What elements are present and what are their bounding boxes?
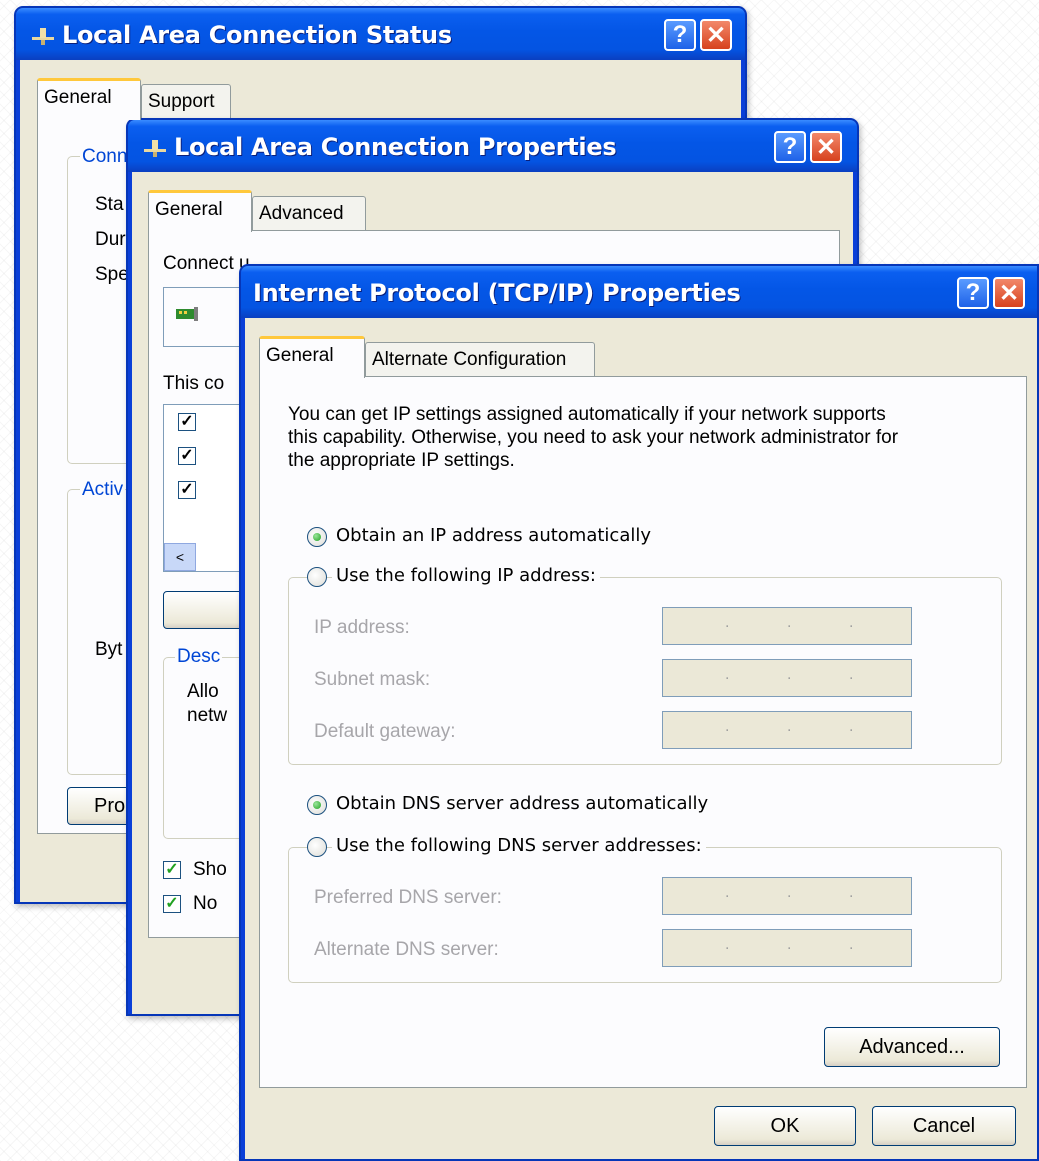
intro-line-3: the appropriate IP settings. — [288, 450, 515, 471]
cancel-button[interactable]: Cancel — [872, 1106, 1016, 1146]
duration-label: Dur — [95, 229, 126, 250]
obtain-dns-auto-label[interactable]: Obtain DNS server address automatically — [336, 793, 708, 814]
notify-label: No — [193, 893, 218, 914]
tcpip-window: Internet Protocol (TCP/IP) Properties ? … — [239, 264, 1039, 1161]
show-icon-label: Sho — [193, 859, 227, 880]
ip-dot: . — [725, 936, 730, 953]
ip-dot: . — [849, 718, 854, 735]
tab-support[interactable]: Support — [141, 84, 231, 120]
tcpip-titlebar[interactable]: Internet Protocol (TCP/IP) Properties ? … — [241, 266, 1037, 318]
ip-dot: . — [849, 884, 854, 901]
ip-address-field[interactable]: . . . — [662, 607, 912, 645]
ip-dot: . — [849, 936, 854, 953]
obtain-ip-auto-label[interactable]: Obtain an IP address automatically — [336, 525, 651, 546]
close-icon[interactable]: ✕ — [700, 19, 732, 51]
close-icon[interactable]: ✕ — [993, 277, 1025, 309]
connection-group-label: Conn — [80, 146, 130, 168]
speed-label: Spe — [95, 264, 129, 285]
tab-general-label: General — [44, 87, 112, 108]
tab-general-label: General — [266, 345, 334, 366]
ip-dot: . — [787, 718, 792, 735]
help-icon[interactable]: ? — [774, 131, 806, 163]
connect-using-label: Connect u — [163, 253, 250, 274]
status-window-title: Local Area Connection Status — [62, 21, 452, 49]
tcpip-window-title: Internet Protocol (TCP/IP) Properties — [253, 279, 741, 307]
tab-support-label: Support — [148, 91, 215, 112]
ip-dot: . — [849, 614, 854, 631]
cancel-button-label: Cancel — [912, 1114, 976, 1137]
description-line-2: netw — [187, 705, 228, 726]
ip-dot: . — [787, 884, 792, 901]
ip-address-label: IP address: — [314, 617, 410, 638]
network-connection-icon — [32, 28, 54, 45]
use-following-dns-label[interactable]: Use the following DNS server addresses: — [332, 835, 706, 856]
obtain-dns-auto-radio[interactable] — [307, 795, 327, 815]
preferred-dns-label: Preferred DNS server: — [314, 887, 502, 908]
bytes-label: Byt — [95, 639, 123, 660]
ip-dot: . — [849, 666, 854, 683]
network-adapter-icon — [176, 307, 198, 321]
intro-line-2: this capability. Otherwise, you need to … — [288, 427, 899, 448]
subnet-mask-field[interactable]: . . . — [662, 659, 912, 697]
intro-line-1: You can get IP settings assigned automat… — [288, 404, 886, 425]
help-icon[interactable]: ? — [957, 277, 989, 309]
obtain-ip-auto-radio[interactable] — [307, 527, 327, 547]
properties-titlebar[interactable]: Local Area Connection Properties ? ✕ — [128, 120, 857, 172]
this-connection-label: This co — [163, 373, 225, 394]
status-label: Sta — [95, 194, 124, 215]
tab-general-label: General — [155, 199, 223, 220]
tab-alternate-configuration-label: Alternate Configuration — [372, 349, 567, 370]
use-following-ip-label[interactable]: Use the following IP address: — [332, 565, 600, 586]
advanced-button-label: Advanced... — [859, 1035, 965, 1058]
ip-dot: . — [725, 614, 730, 631]
ip-dot: . — [725, 718, 730, 735]
ip-dot: . — [725, 884, 730, 901]
ok-button[interactable]: OK — [714, 1106, 856, 1146]
tab-alternate-configuration[interactable]: Alternate Configuration — [365, 342, 595, 378]
tcpip-client-area: General Alternate Configuration You can … — [245, 318, 1037, 1159]
ip-dot: . — [787, 666, 792, 683]
ip-dot: . — [787, 936, 792, 953]
activity-group-label: Activ — [80, 479, 126, 501]
ip-dot: . — [725, 666, 730, 683]
help-icon[interactable]: ? — [664, 19, 696, 51]
scroll-left-icon[interactable]: < — [164, 543, 196, 571]
use-following-dns-radio[interactable] — [307, 837, 327, 857]
tab-general[interactable]: General — [259, 336, 365, 378]
subnet-mask-label: Subnet mask: — [314, 669, 431, 690]
ip-dot: . — [787, 614, 792, 631]
show-icon-checkbox[interactable]: ✓ — [163, 861, 181, 879]
component-checkbox-1[interactable]: ✓ — [178, 413, 196, 431]
tab-advanced-label: Advanced — [259, 203, 344, 224]
properties-window-title: Local Area Connection Properties — [174, 133, 617, 161]
preferred-dns-field[interactable]: . . . — [662, 877, 912, 915]
tab-advanced[interactable]: Advanced — [252, 196, 366, 232]
default-gateway-label: Default gateway: — [314, 721, 456, 742]
advanced-button[interactable]: Advanced... — [824, 1027, 1000, 1067]
close-icon[interactable]: ✕ — [810, 131, 842, 163]
tcpip-tab-panel: You can get IP settings assigned automat… — [259, 376, 1027, 1088]
status-titlebar[interactable]: Local Area Connection Status ? ✕ — [16, 8, 745, 60]
tab-general[interactable]: General — [148, 190, 252, 232]
ok-button-label: OK — [770, 1114, 800, 1137]
notify-checkbox[interactable]: ✓ — [163, 895, 181, 913]
description-line-1: Allo — [187, 681, 219, 702]
tab-general[interactable]: General — [37, 78, 141, 120]
description-group-label: Desc — [175, 646, 223, 668]
component-checkbox-3[interactable]: ✓ — [178, 481, 196, 499]
alternate-dns-field[interactable]: . . . — [662, 929, 912, 967]
default-gateway-field[interactable]: . . . — [662, 711, 912, 749]
alternate-dns-label: Alternate DNS server: — [314, 939, 499, 960]
component-checkbox-2[interactable]: ✓ — [178, 447, 196, 465]
network-connection-icon — [144, 140, 166, 157]
use-following-ip-radio[interactable] — [307, 567, 327, 587]
